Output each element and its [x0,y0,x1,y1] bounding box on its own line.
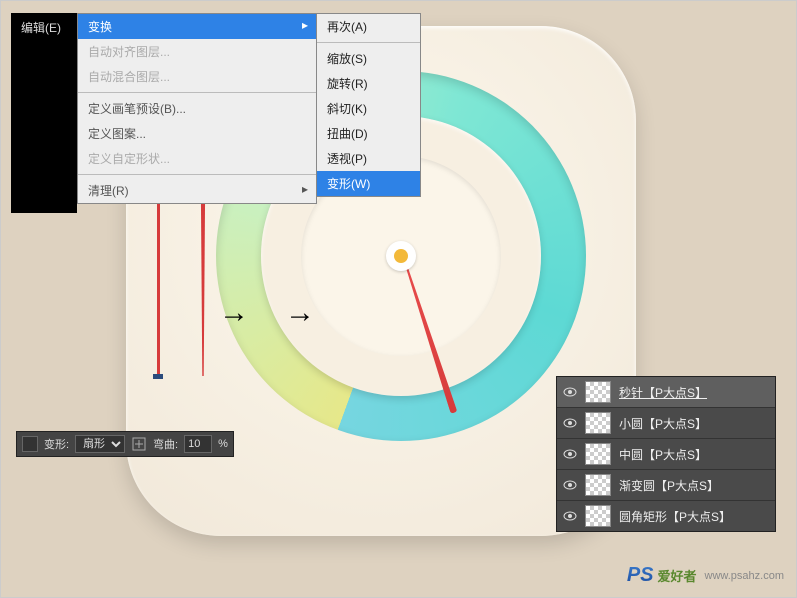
submenu-item-distort[interactable]: 扭曲(D) [317,121,420,146]
visibility-eye-icon[interactable] [563,385,577,399]
visibility-eye-icon[interactable] [563,416,577,430]
layer-name: 小圆【P大点S】 [619,415,707,432]
watermark-text: 爱好者 [658,566,697,585]
layer-row[interactable]: 中圆【P大点S】 [557,438,775,469]
submenu-item-perspective[interactable]: 透视(P) [317,146,420,171]
layer-thumbnail [585,474,611,496]
percent-label: % [218,438,228,450]
layer-name: 秒针【P大点S】 [619,384,707,401]
menu-separator [317,42,420,43]
layer-row[interactable]: 秒针【P大点S】 [557,377,775,407]
menu-item-label: 清理(R) [88,184,129,198]
menu-item-define-brush[interactable]: 定义画笔预设(B)... [78,96,316,121]
layer-name: 中圆【P大点S】 [619,446,707,463]
warp-shape-label: 变形: [44,436,69,452]
visibility-eye-icon[interactable] [563,509,577,523]
orientation-toggle-icon[interactable] [131,436,147,452]
warp-bend-label: 弯曲: [153,436,178,452]
menu-separator [78,92,316,93]
submenu-item-skew[interactable]: 斜切(K) [317,96,420,121]
watermark-url: www.psahz.com [705,570,784,582]
layer-name: 圆角矩形【P大点S】 [619,508,731,525]
menu-item-auto-align[interactable]: 自动对齐图层... [78,39,316,64]
submenu-arrow-icon: ▸ [302,18,308,32]
menu-item-auto-blend[interactable]: 自动混合图层... [78,64,316,89]
menu-item-transform[interactable]: 变换 ▸ [78,14,316,39]
layer-name: 渐变圆【P大点S】 [619,477,719,494]
transform-submenu: 再次(A) 缩放(S) 旋转(R) 斜切(K) 扭曲(D) 透视(P) 变形(W… [316,13,421,197]
watermark-ps: PS [627,564,654,587]
submenu-item-again[interactable]: 再次(A) [317,14,420,39]
layer-thumbnail [585,381,611,403]
visibility-eye-icon[interactable] [563,478,577,492]
layer-thumbnail [585,443,611,465]
warp-shape-select[interactable]: 扇形 [75,435,125,453]
clock-center-dot [386,241,416,271]
layer-row[interactable]: 圆角矩形【P大点S】 [557,500,775,531]
warp-options-bar: 变形: 扇形 弯曲: % [16,431,234,457]
arrow-icon: → [285,296,315,330]
visibility-eye-icon[interactable] [563,447,577,461]
menu-item-define-pattern[interactable]: 定义图案... [78,121,316,146]
layer-row[interactable]: 小圆【P大点S】 [557,407,775,438]
warp-bend-input[interactable] [184,435,212,453]
arrow-icon: → [219,296,249,330]
menu-item-define-shape[interactable]: 定义自定形状... [78,146,316,171]
menu-item-purge[interactable]: 清理(R) ▸ [78,178,316,203]
demo-line-shape [153,196,163,376]
menubar-edit[interactable]: 编辑(E) [11,13,71,42]
submenu-item-warp[interactable]: 变形(W) [317,171,420,196]
layer-thumbnail [585,505,611,527]
menu-item-label: 变换 [88,20,112,34]
watermark: PS 爱好者 www.psahz.com [627,564,784,587]
menu-separator [78,174,316,175]
submenu-arrow-icon: ▸ [302,182,308,196]
layer-thumbnail [585,412,611,434]
edit-menu: 变换 ▸ 自动对齐图层... 自动混合图层... 定义画笔预设(B)... 定义… [77,13,317,204]
grid-icon[interactable] [22,436,38,452]
submenu-item-rotate[interactable]: 旋转(R) [317,71,420,96]
layer-row[interactable]: 渐变圆【P大点S】 [557,469,775,500]
layers-panel: 秒针【P大点S】 小圆【P大点S】 中圆【P大点S】 渐变圆【P大点S】 圆角矩… [556,376,776,532]
submenu-item-scale[interactable]: 缩放(S) [317,46,420,71]
